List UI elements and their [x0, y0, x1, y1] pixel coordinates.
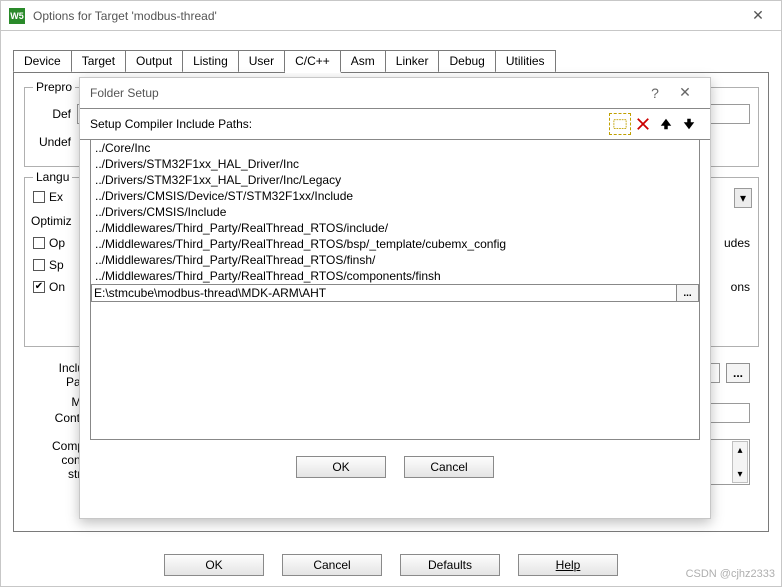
- include-paths-label: Inclu Pat: [28, 361, 84, 389]
- list-item-editing[interactable]: ...: [91, 284, 699, 302]
- chk-optimize-time[interactable]: Op: [33, 236, 65, 250]
- undefine-label: Undef: [33, 135, 77, 149]
- compiler-ctrl-scroll[interactable]: ▴ ▾: [732, 441, 748, 483]
- warnings-combo[interactable]: ▾: [734, 188, 752, 208]
- list-item[interactable]: ../Drivers/STM32F1xx_HAL_Driver/Inc/Lega…: [91, 172, 699, 188]
- dialog-button-row: OK Cancel Defaults Help: [1, 554, 781, 576]
- tab-linker[interactable]: Linker: [386, 50, 440, 73]
- tab-device[interactable]: Device: [13, 50, 72, 73]
- chk-execute-only[interactable]: Ex: [33, 190, 63, 204]
- defaults-button[interactable]: Defaults: [400, 554, 500, 576]
- optimization-label: Optimiz: [31, 214, 72, 228]
- group-language-legend: Langu: [33, 170, 72, 184]
- title-bar: W5 Options for Target 'modbus-thread' ✕: [1, 1, 781, 31]
- close-icon[interactable]: ✕: [743, 7, 773, 24]
- controls-label: Contr: [28, 411, 84, 425]
- list-item[interactable]: ../Middlewares/Third_Party/RealThread_RT…: [91, 220, 699, 236]
- new-folder-icon[interactable]: [609, 113, 631, 135]
- modal-ok-button[interactable]: OK: [296, 456, 386, 478]
- arrow-down-icon[interactable]: ▾: [733, 466, 747, 482]
- no-includes-frag: udes: [724, 236, 750, 250]
- checkbox-icon: [33, 237, 45, 249]
- list-item[interactable]: ../Middlewares/Third_Party/RealThread_RT…: [91, 252, 699, 268]
- modal-title: Folder Setup: [90, 86, 640, 100]
- watermark-text: CSDN @cjhz2333: [686, 568, 775, 580]
- list-item[interactable]: ../Drivers/CMSIS/Device/ST/STM32F1xx/Inc…: [91, 188, 699, 204]
- help-icon[interactable]: ?: [640, 85, 670, 101]
- delete-icon[interactable]: [632, 113, 654, 135]
- window-title: Options for Target 'modbus-thread': [33, 9, 743, 23]
- folder-setup-dialog: Folder Setup ? ✕ Setup Compiler Include …: [79, 77, 711, 519]
- toolbar-label: Setup Compiler Include Paths:: [90, 117, 608, 131]
- tab-user[interactable]: User: [239, 50, 285, 73]
- options-window: W5 Options for Target 'modbus-thread' ✕ …: [0, 0, 782, 587]
- list-item[interactable]: ../Core/Inc: [91, 140, 699, 156]
- modal-cancel-button[interactable]: Cancel: [404, 456, 494, 478]
- tab-listing[interactable]: Listing: [183, 50, 239, 73]
- path-edit-input[interactable]: [92, 285, 676, 301]
- include-paths-list[interactable]: ../Core/Inc ../Drivers/STM32F1xx_HAL_Dri…: [90, 140, 700, 440]
- list-item[interactable]: ../Middlewares/Third_Party/RealThread_RT…: [91, 236, 699, 252]
- list-item[interactable]: ../Middlewares/Third_Party/RealThread_RT…: [91, 268, 699, 284]
- move-down-icon[interactable]: [678, 113, 700, 135]
- define-label: Def: [33, 107, 77, 121]
- misc-label: Mi: [28, 395, 84, 409]
- tab-asm[interactable]: Asm: [341, 50, 386, 73]
- arrow-up-icon[interactable]: ▴: [733, 442, 747, 458]
- list-item[interactable]: ../Drivers/CMSIS/Include: [91, 204, 699, 220]
- misc-controls-input[interactable]: [708, 403, 750, 423]
- compiler-ctrl-label: Comp cont stri: [28, 439, 84, 481]
- modal-toolbar: Setup Compiler Include Paths:: [80, 108, 710, 140]
- group-preprocessor-legend: Prepro: [33, 80, 75, 94]
- extensions-frag: ons: [731, 280, 750, 294]
- close-icon[interactable]: ✕: [670, 84, 700, 101]
- tab-output[interactable]: Output: [126, 50, 183, 73]
- modal-button-row: OK Cancel: [80, 456, 710, 478]
- browse-button[interactable]: ...: [676, 285, 698, 301]
- checkbox-icon: [33, 259, 45, 271]
- tab-strip: Device Target Output Listing User C/C++ …: [1, 45, 781, 72]
- check-icon: ✔: [33, 281, 45, 293]
- help-button[interactable]: Help: [518, 554, 618, 576]
- app-icon: W5: [9, 8, 25, 24]
- cancel-button[interactable]: Cancel: [282, 554, 382, 576]
- tab-target[interactable]: Target: [72, 50, 126, 73]
- chk-split-load[interactable]: Sp: [33, 258, 64, 272]
- modal-title-bar: Folder Setup ? ✕: [80, 78, 710, 108]
- list-item[interactable]: ../Drivers/STM32F1xx_HAL_Driver/Inc: [91, 156, 699, 172]
- tab-utilities[interactable]: Utilities: [496, 50, 556, 73]
- checkbox-icon: [33, 191, 45, 203]
- move-up-icon[interactable]: [655, 113, 677, 135]
- tab-cpp[interactable]: C/C++: [285, 50, 341, 73]
- include-paths-browse[interactable]: ...: [726, 363, 750, 383]
- chk-one-elf[interactable]: ✔ On: [33, 280, 65, 294]
- tab-debug[interactable]: Debug: [439, 50, 495, 73]
- ok-button[interactable]: OK: [164, 554, 264, 576]
